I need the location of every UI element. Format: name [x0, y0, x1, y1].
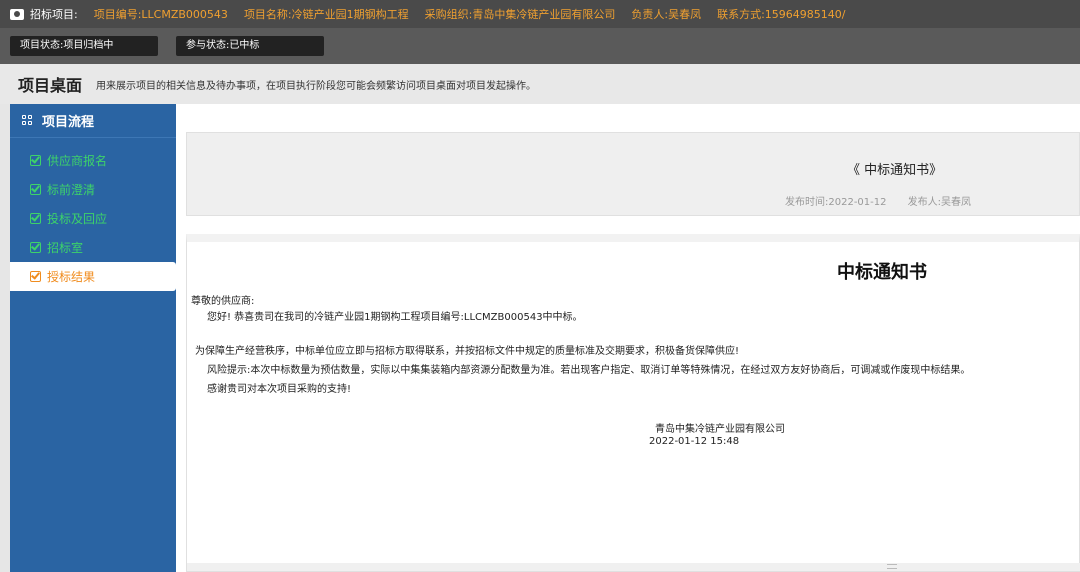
notice-meta: 发布时间:2022-01-12 发布人:吴春凤	[785, 193, 989, 208]
sidebar-item-bid-room[interactable]: 招标室	[10, 233, 176, 262]
scroll-grip-icon[interactable]	[887, 564, 897, 569]
signature-date: 2022-01-12 15:48	[649, 436, 740, 447]
project-label: 招标项目:	[30, 8, 78, 21]
notice-title: 《 中标通知书》	[847, 163, 943, 178]
award-notice-document: 中标通知书 尊敬的供应商: 您好! 恭喜贵司在我司的冷链产业园1期钢构工程项目编…	[186, 234, 1080, 572]
sidebar-item-label: 供应商报名	[47, 154, 108, 168]
project-name: 项目名称:冷链产业园1期钢构工程	[243, 8, 409, 21]
document-line-1: 您好! 恭喜贵司在我司的冷链产业园1期钢构工程项目编号:LLCMZB000543…	[207, 312, 583, 323]
document-line-4: 感谢贵司对本次项目采购的支持!	[207, 384, 352, 395]
check-icon	[30, 242, 41, 253]
publisher: 发布人:吴春凤	[907, 197, 972, 208]
notice-header: 《 中标通知书》 发布时间:2022-01-12 发布人:吴春凤	[186, 132, 1080, 216]
camera-icon	[10, 8, 24, 20]
project-info-bar: 招标项目: 项目编号:LLCMZB000543 项目名称:冷链产业园1期钢构工程…	[0, 0, 1080, 28]
sidebar-heading-label: 项目流程	[42, 115, 95, 130]
signature-organization: 青岛中集冷链产业园有限公司	[655, 424, 785, 435]
contact-info: 联系方式:15964985140/	[717, 8, 846, 21]
sidebar-item-supplier-registration[interactable]: 供应商报名	[10, 146, 176, 175]
project-status-badge: 项目状态:项目归档中	[10, 36, 158, 56]
document-title: 中标通知书	[837, 262, 927, 283]
status-bar: 项目状态:项目归档中 参与状态:已中标	[0, 28, 1080, 64]
check-icon	[30, 184, 41, 195]
main-content: 《 中标通知书》 发布时间:2022-01-12 发布人:吴春凤 中标通知书 尊…	[176, 104, 1080, 572]
page-header: 项目桌面 用来展示项目的相关信息及待办事项，在项目执行阶段您可能会频繁访问项目桌…	[0, 64, 1080, 104]
page-description: 用来展示项目的相关信息及待办事项，在项目执行阶段您可能会频繁访问项目桌面对项目发…	[96, 80, 537, 92]
check-icon	[30, 213, 41, 224]
sidebar-heading: 项目流程	[10, 104, 176, 138]
flow-icon	[22, 114, 34, 127]
publish-time: 发布时间:2022-01-12	[785, 197, 887, 208]
project-number: 项目编号:LLCMZB000543	[93, 8, 228, 21]
document-greeting: 尊敬的供应商:	[191, 296, 255, 307]
procurement-org: 采购组织:青岛中集冷链产业园有限公司	[424, 8, 616, 21]
document-line-3: 风险提示:本次中标数量为预估数量，实际以中集集装箱内部资源分配数量为准。若出现客…	[207, 365, 971, 376]
participation-status-badge: 参与状态:已中标	[176, 36, 324, 56]
sidebar-item-label: 标前澄清	[47, 183, 96, 197]
sidebar-item-label: 授标结果	[47, 270, 96, 284]
horizontal-scrollbar[interactable]	[187, 563, 1080, 571]
project-owner: 负责人:吴春凤	[631, 8, 702, 21]
check-icon	[30, 155, 41, 166]
sidebar-item-pre-bid-clarification[interactable]: 标前澄清	[10, 175, 176, 204]
sidebar-item-label: 投标及回应	[47, 212, 108, 226]
sidebar: 项目流程 供应商报名 标前澄清 投标及回应 招标室 授标结果	[10, 104, 176, 572]
sidebar-item-award-result[interactable]: 授标结果	[10, 262, 176, 291]
document-line-2: 为保障生产经营秩序，中标单位应立即与招标方取得联系，并按招标文件中规定的质量标准…	[195, 346, 740, 357]
sidebar-item-bidding-response[interactable]: 投标及回应	[10, 204, 176, 233]
check-icon	[30, 271, 41, 282]
sidebar-item-label: 招标室	[47, 241, 84, 255]
page-title: 项目桌面	[18, 76, 83, 95]
